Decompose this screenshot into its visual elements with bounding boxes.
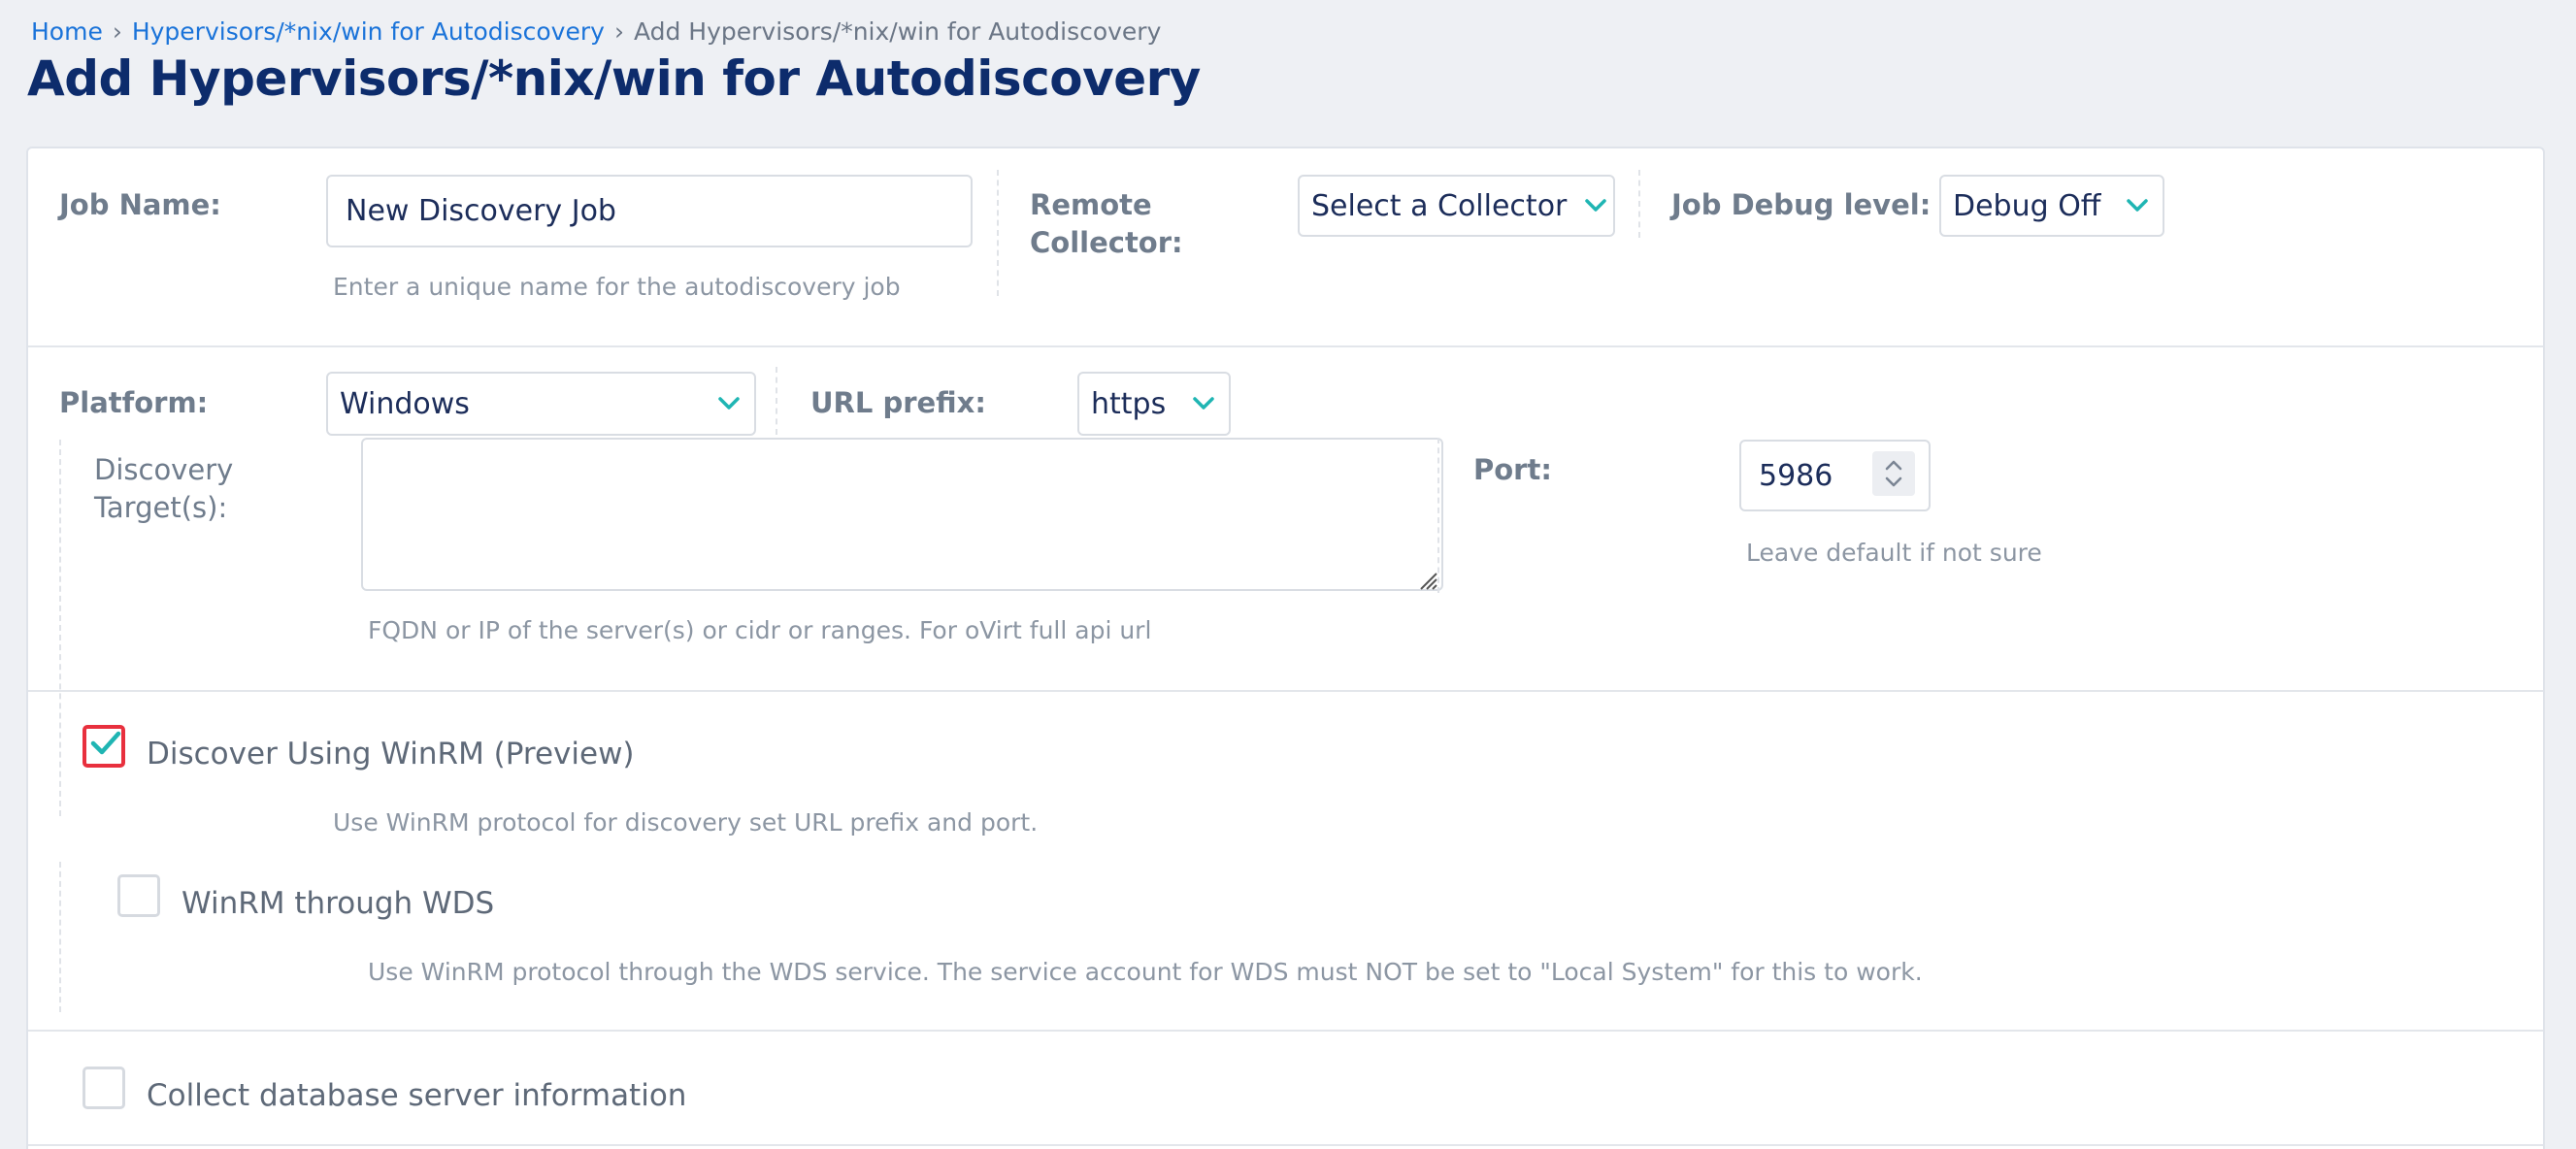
checkmark-icon	[90, 731, 121, 755]
up-down-arrows-icon[interactable]	[1872, 451, 1915, 496]
divider	[776, 367, 777, 435]
winrm-wds-label[interactable]: WinRM through WDS	[182, 886, 494, 921]
url-prefix-value: https	[1091, 386, 1167, 421]
breadcrumb: Home › Hypervisors/*nix/win for Autodiscov…	[31, 17, 1161, 46]
remote-collector-label: Remote Collector:	[1030, 188, 1183, 259]
platform-value: Windows	[340, 386, 470, 421]
job-name-help: Enter a unique name for the autodiscover…	[333, 273, 901, 301]
breadcrumb-home[interactable]: Home	[31, 17, 103, 46]
chevron-down-icon	[715, 390, 743, 417]
winrm-wds-checkbox[interactable]	[117, 874, 160, 917]
platform-select[interactable]: Windows	[326, 372, 756, 436]
winrm-help: Use WinRM protocol for discovery set URL…	[333, 808, 1039, 837]
breadcrumb-current: Add Hypervisors/*nix/win for Autodiscove…	[633, 17, 1162, 46]
remote-collector-select[interactable]: Select a Collector	[1298, 175, 1615, 237]
url-prefix-select[interactable]: https	[1077, 372, 1231, 436]
section-divider	[28, 1144, 2543, 1146]
breadcrumb-separator: ›	[613, 17, 624, 46]
job-name-input[interactable]: New Discovery Job	[326, 175, 973, 247]
job-debug-level-select[interactable]: Debug Off	[1939, 175, 2164, 237]
chevron-down-icon	[1190, 390, 1217, 417]
port-value: 5986	[1759, 458, 1833, 493]
discovery-targets-textarea[interactable]	[361, 438, 1443, 591]
job-name-value: New Discovery Job	[346, 194, 616, 228]
divider	[59, 440, 61, 816]
breadcrumb-parent[interactable]: Hypervisors/*nix/win for Autodiscovery	[132, 17, 605, 46]
winrm-checkbox[interactable]	[83, 725, 125, 768]
discovery-targets-label: Discovery Target(s):	[94, 453, 234, 524]
platform-label: Platform:	[59, 386, 209, 419]
discovery-targets-help: FQDN or IP of the server(s) or cidr or r…	[368, 616, 1152, 644]
chevron-down-icon	[2124, 192, 2151, 219]
resize-grip-icon[interactable]	[1416, 564, 1437, 590]
autodiscovery-form: Job Name: New Discovery Job Enter a uniq…	[26, 147, 2545, 1149]
port-help: Leave default if not sure	[1746, 539, 2042, 567]
winrm-label[interactable]: Discover Using WinRM (Preview)	[147, 737, 635, 771]
port-input[interactable]: 5986	[1739, 440, 1931, 511]
chevron-down-icon	[1582, 192, 1609, 219]
remote-collector-value: Select a Collector	[1311, 188, 1568, 223]
section-divider	[28, 345, 2543, 347]
port-label: Port:	[1473, 453, 1552, 486]
collect-database-label[interactable]: Collect database server information	[147, 1078, 686, 1113]
section-divider	[28, 690, 2543, 692]
job-debug-level-value: Debug Off	[1953, 188, 2101, 223]
section-divider	[28, 1030, 2543, 1032]
job-debug-level-label: Job Debug level:	[1671, 188, 1932, 221]
collect-database-checkbox[interactable]	[83, 1067, 125, 1109]
url-prefix-label: URL prefix:	[810, 386, 986, 419]
divider	[1437, 438, 1439, 593]
divider	[997, 170, 999, 296]
page-title: Add Hypervisors/*nix/win for Autodiscove…	[27, 50, 1201, 107]
divider	[1638, 170, 1640, 238]
divider	[59, 862, 61, 1012]
job-name-label: Job Name:	[59, 188, 221, 221]
breadcrumb-separator: ›	[112, 17, 122, 46]
winrm-wds-help: Use WinRM protocol through the WDS servi…	[368, 958, 1923, 986]
